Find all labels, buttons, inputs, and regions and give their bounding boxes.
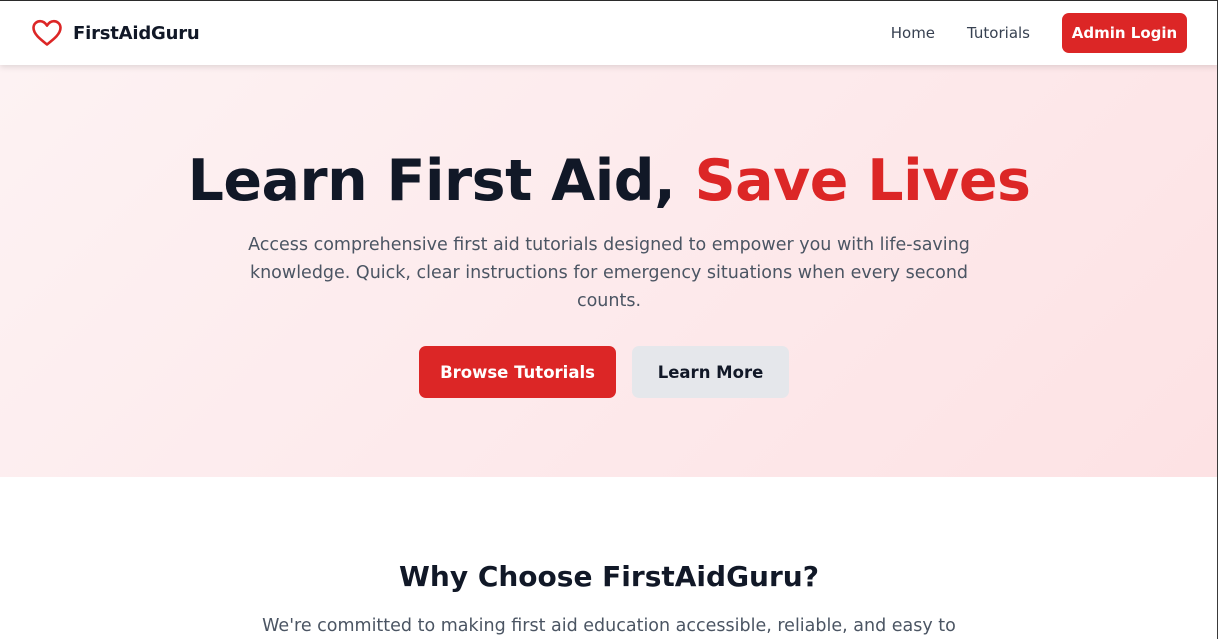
learn-more-button[interactable]: Learn More bbox=[632, 346, 789, 398]
why-subtitle: We're committed to making first aid educ… bbox=[262, 616, 956, 636]
heart-icon bbox=[32, 19, 62, 46]
page: FirstAidGuru Home Tutorials Admin Login … bbox=[0, 0, 1218, 639]
hero-title-main: Learn First Aid, bbox=[187, 148, 695, 214]
hero-actions: Browse Tutorials Learn More bbox=[0, 346, 1218, 398]
top-navbar: FirstAidGuru Home Tutorials Admin Login bbox=[0, 1, 1218, 65]
why-title: Why Choose FirstAidGuru? bbox=[399, 560, 819, 593]
hero-title: Learn First Aid, Save Lives bbox=[0, 147, 1218, 215]
nav-link-home[interactable]: Home bbox=[891, 13, 935, 53]
why-section: Why Choose FirstAidGuru? We're committed… bbox=[0, 477, 1218, 639]
hero-section: Learn First Aid, Save Lives Access compr… bbox=[0, 65, 1218, 477]
hero-title-accent: Save Lives bbox=[694, 148, 1031, 214]
main-nav: Home Tutorials Admin Login bbox=[891, 13, 1187, 53]
hero-subtitle: Access comprehensive first aid tutorials… bbox=[248, 235, 970, 311]
browse-tutorials-button[interactable]: Browse Tutorials bbox=[419, 346, 616, 398]
admin-login-button[interactable]: Admin Login bbox=[1062, 13, 1187, 53]
brand-link[interactable]: FirstAidGuru bbox=[31, 19, 200, 47]
nav-link-tutorials[interactable]: Tutorials bbox=[967, 13, 1030, 53]
brand-name: FirstAidGuru bbox=[73, 22, 200, 44]
